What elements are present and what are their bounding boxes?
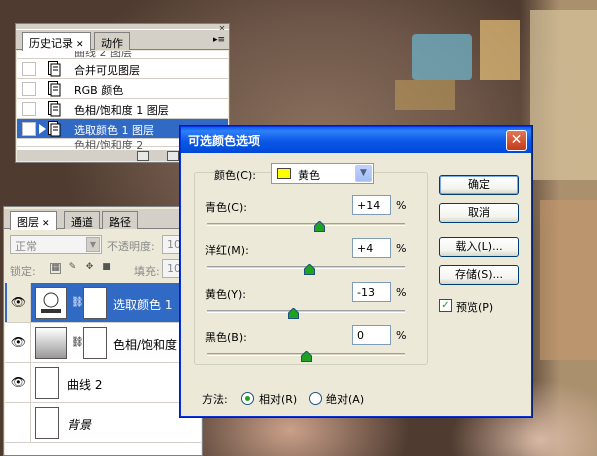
history-item[interactable]: RGB 颜色 bbox=[17, 79, 228, 99]
yellow-label: 黄色(Y): bbox=[205, 288, 247, 301]
cyan-slider-thumb[interactable] bbox=[314, 221, 326, 232]
lock-label: 锁定: bbox=[10, 265, 36, 278]
link-chain-icon[interactable]: ⛓ bbox=[71, 297, 84, 308]
close-icon[interactable]: ✕ bbox=[506, 130, 527, 151]
camera-snapshot-icon[interactable] bbox=[167, 151, 179, 161]
snapshot-checkbox[interactable] bbox=[22, 102, 36, 116]
history-item[interactable]: 合并可见图层 bbox=[17, 59, 228, 79]
tab-layers[interactable]: 图层 ✕ bbox=[10, 211, 57, 230]
panel-menu-icon[interactable]: ▸≡ bbox=[213, 34, 225, 46]
layer-thumbnail bbox=[35, 367, 59, 399]
cancel-button[interactable]: 取消 bbox=[439, 203, 519, 223]
black-input[interactable]: 0 bbox=[352, 325, 391, 345]
yellow-slider-thumb[interactable] bbox=[287, 308, 299, 319]
eye-visibility-icon[interactable]: 👁 bbox=[7, 323, 31, 362]
layer-mask-thumbnail[interactable] bbox=[83, 287, 107, 319]
opacity-label: 不透明度: bbox=[107, 240, 155, 253]
percent-unit: % bbox=[396, 242, 407, 255]
lock-transparency-icon[interactable]: ▦ bbox=[50, 263, 61, 274]
layers-list: 👁 ⛓ 选取颜色 1 👁 ⛓ 色相/饱和度 👁 曲线 2 背景 bbox=[5, 283, 201, 455]
save-button[interactable]: 存储(S)... bbox=[439, 265, 519, 285]
snapshot-checkbox[interactable] bbox=[22, 122, 36, 136]
tab-actions[interactable]: 动作 bbox=[94, 32, 130, 50]
selective-color-dialog: 可选颜色选项 ✕ 颜色(C): 黄色 ▼ 青色(C): +14 % 洋红(M):… bbox=[180, 126, 532, 417]
relative-radio-label[interactable]: 相对(R) bbox=[259, 391, 297, 407]
layer-row[interactable]: 👁 曲线 2 bbox=[5, 363, 201, 403]
chevron-down-icon: ▼ bbox=[86, 237, 100, 252]
close-icon[interactable]: ✕ bbox=[76, 40, 84, 50]
yellow-slider-track[interactable] bbox=[207, 310, 405, 313]
magenta-input[interactable]: +4 bbox=[352, 238, 391, 258]
method-label: 方法: bbox=[202, 393, 228, 406]
lock-all-icon[interactable]: ■ bbox=[101, 263, 112, 274]
eye-visibility-toggle[interactable] bbox=[7, 403, 31, 442]
tab-paths[interactable]: 路径 bbox=[102, 211, 138, 229]
tab-history[interactable]: 历史记录 ✕ bbox=[22, 32, 91, 51]
percent-unit: % bbox=[396, 286, 407, 299]
adjustment-layer-icon bbox=[35, 287, 67, 319]
document-icon bbox=[48, 121, 61, 137]
snapshot-checkbox[interactable] bbox=[22, 82, 36, 96]
preview-checkbox[interactable]: ✓ bbox=[439, 299, 452, 312]
color-select[interactable]: 黄色 ▼ bbox=[271, 163, 374, 184]
layer-mask-thumbnail[interactable] bbox=[83, 327, 107, 359]
layers-panel: 图层 ✕ 通道 路径 正常 ▼ 不透明度: 100 锁定: ▦ ✎ ✥ ■ 填充:… bbox=[3, 206, 203, 456]
magenta-label: 洋红(M): bbox=[205, 244, 249, 257]
absolute-radio-label[interactable]: 绝对(A) bbox=[326, 391, 364, 407]
color-swatch bbox=[277, 168, 291, 179]
document-icon bbox=[48, 81, 61, 97]
eye-visibility-icon[interactable]: 👁 bbox=[7, 363, 31, 402]
black-slider-thumb[interactable] bbox=[300, 351, 312, 362]
yellow-input[interactable]: -13 bbox=[352, 282, 391, 302]
percent-unit: % bbox=[396, 329, 407, 342]
tab-channels[interactable]: 通道 bbox=[64, 211, 100, 229]
absolute-radio[interactable] bbox=[309, 392, 322, 405]
snapshot-checkbox[interactable] bbox=[22, 62, 36, 76]
dialog-titlebar[interactable]: 可选颜色选项 bbox=[181, 127, 531, 153]
document-icon bbox=[48, 101, 61, 117]
history-state-arrow-icon bbox=[39, 124, 46, 134]
load-button[interactable]: 载入(L)... bbox=[439, 237, 519, 257]
new-document-icon[interactable] bbox=[137, 151, 149, 161]
cyan-slider-track[interactable] bbox=[207, 223, 405, 226]
cyan-label: 青色(C): bbox=[205, 201, 247, 214]
layers-tabs: 图层 ✕ 通道 路径 bbox=[4, 209, 202, 230]
lock-move-icon[interactable]: ✥ bbox=[84, 263, 95, 274]
magenta-slider-thumb[interactable] bbox=[304, 264, 316, 275]
blend-mode-select[interactable]: 正常 ▼ bbox=[10, 235, 102, 254]
chevron-down-icon[interactable]: ▼ bbox=[355, 165, 372, 182]
history-tabs: 历史记录 ✕ 动作 ▸≡ bbox=[16, 30, 229, 51]
history-item[interactable]: 色相/饱和度 1 图层 bbox=[17, 99, 228, 119]
document-icon bbox=[48, 61, 61, 77]
link-chain-icon[interactable]: ⛓ bbox=[71, 337, 84, 348]
cyan-input[interactable]: +14 bbox=[352, 195, 391, 215]
ok-button[interactable]: 确定 bbox=[439, 175, 519, 195]
layer-row-selected[interactable]: 👁 ⛓ 选取颜色 1 bbox=[5, 283, 201, 323]
percent-unit: % bbox=[396, 199, 407, 212]
color-label: 颜色(C): bbox=[214, 169, 256, 182]
eye-visibility-icon[interactable]: 👁 bbox=[7, 283, 31, 322]
preview-label[interactable]: 预览(P) bbox=[456, 299, 493, 315]
relative-radio[interactable] bbox=[241, 392, 254, 405]
layer-row[interactable]: 👁 ⛓ 色相/饱和度 bbox=[5, 323, 201, 363]
black-label: 黑色(B): bbox=[205, 331, 247, 344]
lock-brush-icon[interactable]: ✎ bbox=[67, 263, 78, 274]
history-item[interactable]: 曲线 2 图层 bbox=[17, 51, 228, 59]
hue-saturation-icon bbox=[35, 327, 67, 359]
layer-row[interactable]: 背景 bbox=[5, 403, 201, 443]
layer-thumbnail bbox=[35, 407, 59, 439]
fill-label: 填充: bbox=[134, 265, 160, 278]
close-icon[interactable]: ✕ bbox=[42, 219, 50, 229]
